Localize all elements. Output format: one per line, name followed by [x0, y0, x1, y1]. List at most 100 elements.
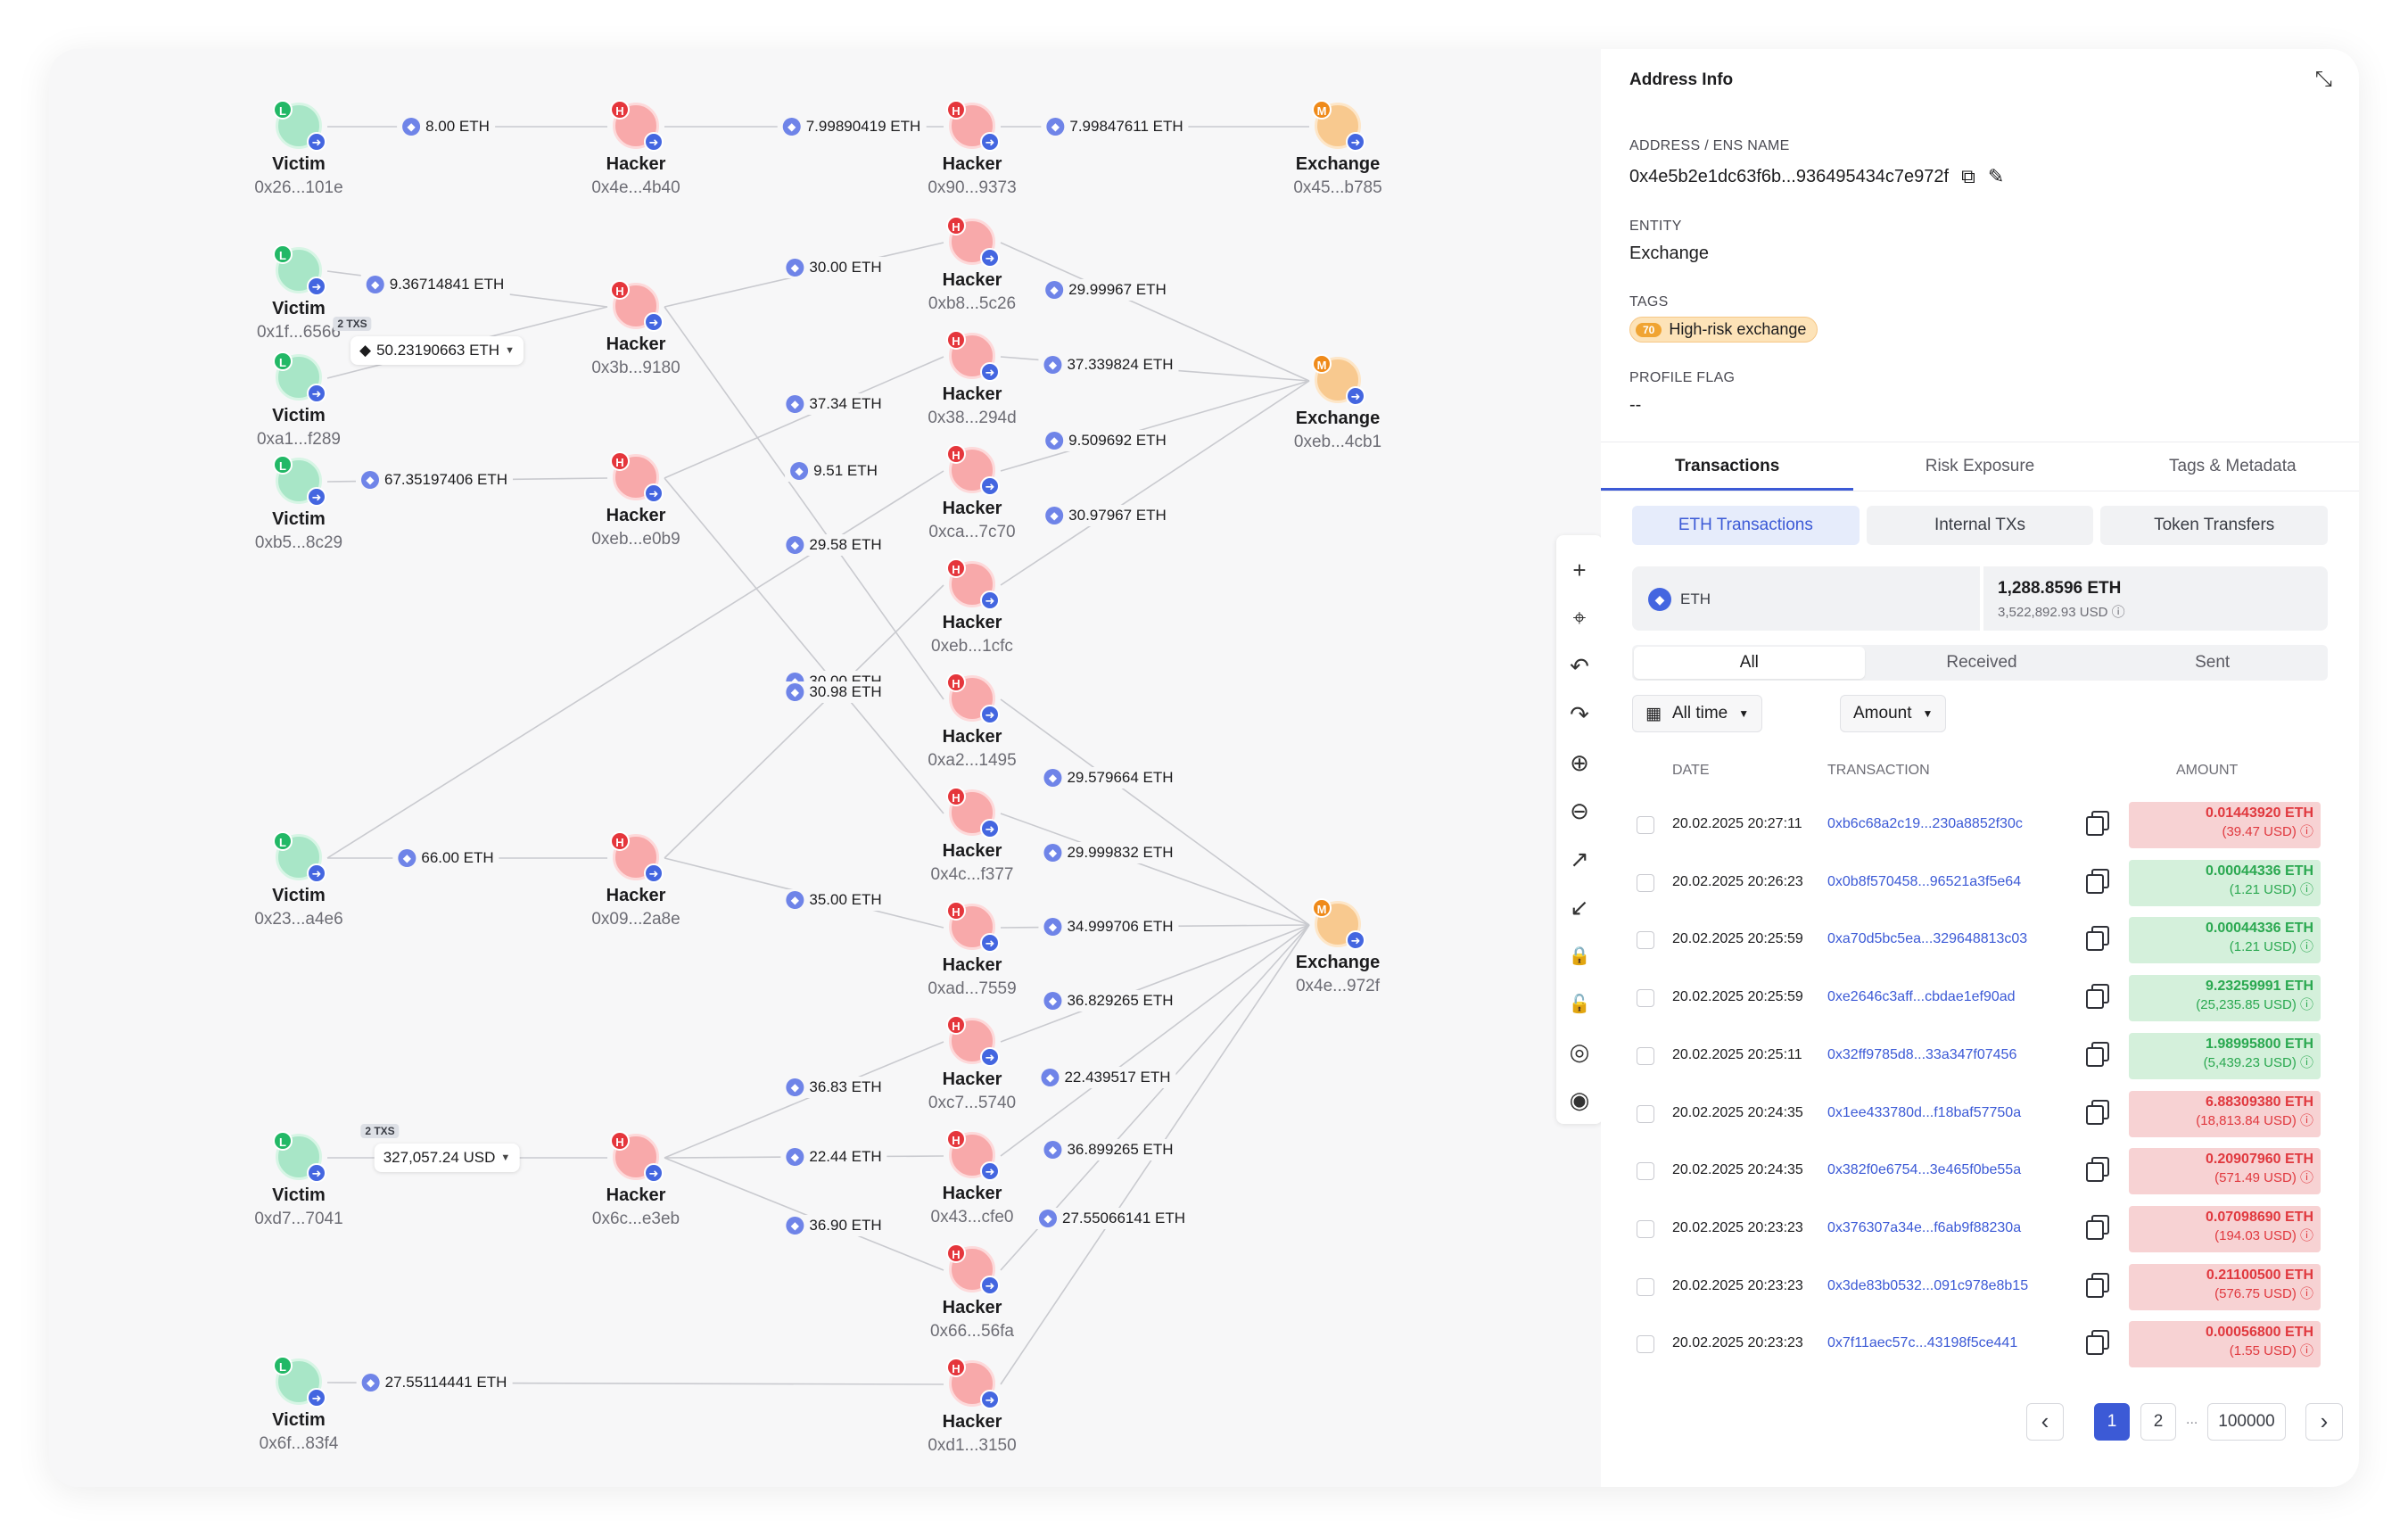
tab-risk-exposure[interactable]: Risk Exposure: [1853, 442, 2106, 491]
page-last-button[interactable]: 100000: [2207, 1403, 2286, 1441]
row-checkbox[interactable]: [1637, 1219, 1654, 1238]
collapse-icon[interactable]: ⤡: [2315, 67, 2332, 92]
row-checkbox[interactable]: [1637, 1104, 1654, 1123]
node-hacker[interactable]: H ➜ Hacker 0xc7...5740: [856, 1015, 1088, 1113]
row-checkbox[interactable]: [1637, 1335, 1654, 1354]
prev-page-button[interactable]: ‹: [2026, 1403, 2064, 1441]
copy-icon[interactable]: [2086, 984, 2109, 1010]
row-checkbox[interactable]: [1637, 989, 1654, 1008]
subtab-token-transfers[interactable]: Token Transfers: [2100, 506, 2329, 545]
subtab-internal-txs[interactable]: Internal TXs: [1866, 506, 2094, 545]
zoom-in-icon[interactable]: ⊕: [1562, 744, 1597, 781]
row-checkbox[interactable]: [1637, 816, 1654, 834]
node-hacker[interactable]: H ➜ Hacker 0x66...56fa: [856, 1243, 1088, 1342]
row-amount: 0.00044336 ETH (1.21 USD) ⓘ: [2129, 859, 2321, 906]
copy-icon[interactable]: [2086, 1214, 2109, 1240]
row-hash-link[interactable]: 0x0b8f570458...96521a3f5e64: [1827, 874, 2021, 890]
filter-sent[interactable]: Sent: [2097, 645, 2328, 681]
table-row[interactable]: 20.02.2025 20:23:23 0x376307a34e...f6ab9f…: [1629, 1201, 2334, 1258]
edge-amount: 34.999706 ETH: [1067, 917, 1174, 935]
copy-icon[interactable]: [2086, 1157, 2109, 1183]
node-exchange[interactable]: M ➜ Exchange 0x45...b785: [1222, 100, 1454, 198]
node-hacker[interactable]: H ➜ Hacker 0xeb...e0b9: [520, 451, 752, 549]
node-hacker[interactable]: H ➜ Hacker 0xd1...3150: [856, 1358, 1088, 1456]
copy-icon[interactable]: [2086, 811, 2109, 836]
node-hacker[interactable]: H ➜ Hacker 0x6c...e3eb: [520, 1131, 752, 1229]
edit-icon[interactable]: ✎: [1988, 165, 2004, 188]
node-hacker[interactable]: H ➜ Hacker 0xa2...1495: [856, 673, 1088, 771]
collapse-arrow-icon[interactable]: ↙: [1562, 888, 1597, 926]
table-row[interactable]: 20.02.2025 20:24:35 0x382f0e6754...3e465f…: [1629, 1143, 2334, 1200]
row-checkbox[interactable]: [1637, 1162, 1654, 1181]
row-hash-link[interactable]: 0x7f11aec57c...43198f5ce441: [1827, 1335, 2017, 1351]
node-exchange[interactable]: M ➜ Exchange 0x4e...972f: [1222, 898, 1454, 996]
table-row[interactable]: 20.02.2025 20:23:23 0x3de83b0532...091c97…: [1629, 1259, 2334, 1316]
table-row[interactable]: 20.02.2025 20:25:59 0xe2646c3aff...cbdae1…: [1629, 970, 2334, 1027]
row-amount-eth: 6.88309380 ETH: [2206, 1094, 2313, 1110]
info-icon[interactable]: ⓘ: [2112, 605, 2125, 620]
edge-amount-dropdown[interactable]: ◆ 50.23190663 ETH ▼: [350, 335, 524, 365]
table-row[interactable]: 20.02.2025 20:27:11 0xb6c68a2c19...230a88…: [1629, 797, 2334, 854]
copy-icon[interactable]: [2086, 1330, 2109, 1356]
node-hacker[interactable]: H ➜ Hacker 0xeb...1cfc: [856, 558, 1088, 657]
node-hacker[interactable]: H ➜ Hacker 0x4c...f377: [856, 787, 1088, 885]
node-exchange[interactable]: M ➜ Exchange 0xeb...4cb1: [1222, 354, 1454, 452]
copy-icon[interactable]: [2086, 868, 2109, 894]
table-row[interactable]: 20.02.2025 20:23:23 0x7f11aec57c...43198f…: [1629, 1316, 2334, 1373]
table-row[interactable]: 20.02.2025 20:25:11 0x32ff9785d8...33a347…: [1629, 1028, 2334, 1085]
node-address: 0x09...2a8e: [591, 910, 680, 929]
edge-amount-dropdown[interactable]: 327,057.24 USD ▼: [374, 1144, 520, 1172]
plus-icon[interactable]: +: [1562, 551, 1597, 589]
eye-icon[interactable]: ◉: [1562, 1081, 1597, 1119]
tab-tags-metadata[interactable]: Tags & Metadata: [2107, 442, 2359, 491]
table-row[interactable]: 20.02.2025 20:25:59 0xa70d5bc5ea...329648…: [1629, 912, 2334, 969]
row-hash-link[interactable]: 0xe2646c3aff...cbdae1ef90ad: [1827, 989, 2016, 1005]
crosshair-icon[interactable]: ⌖: [1562, 599, 1597, 637]
row-hash-link[interactable]: 0x376307a34e...f6ab9f88230a: [1827, 1220, 2021, 1236]
sort-dropdown[interactable]: Amount ▼: [1840, 695, 1947, 732]
transaction-graph[interactable]: L ➜ Victim 0x26...101e L ➜ Victim 0x1f...6566 L ➜…: [49, 49, 1601, 1487]
row-checkbox[interactable]: [1637, 931, 1654, 950]
row-checkbox[interactable]: [1637, 873, 1654, 892]
filter-all[interactable]: All: [1634, 647, 1865, 679]
table-row[interactable]: 20.02.2025 20:26:23 0x0b8f570458...96521a…: [1629, 855, 2334, 912]
node-hacker[interactable]: H ➜ Hacker 0xca...7c70: [856, 444, 1088, 542]
row-hash-link[interactable]: 0x3de83b0532...091c978e8b15: [1827, 1278, 2028, 1294]
subtab-eth-transactions[interactable]: ETH Transactions: [1632, 506, 1860, 545]
row-hash-link[interactable]: 0x1ee433780d...f18baf57750a: [1827, 1105, 2021, 1121]
node-hacker[interactable]: H ➜ Hacker 0x38...294d: [856, 330, 1088, 428]
eye-off-icon[interactable]: ◎: [1562, 1033, 1597, 1070]
redo-icon[interactable]: ↷: [1562, 696, 1597, 733]
row-checkbox[interactable]: [1637, 1277, 1654, 1296]
copy-icon[interactable]: [2086, 1041, 2109, 1067]
node-hacker[interactable]: H ➜ Hacker 0x09...2a8e: [520, 831, 752, 929]
copy-icon[interactable]: [2086, 926, 2109, 952]
expand-arrow-icon[interactable]: ↗: [1562, 840, 1597, 878]
node-victim[interactable]: L ➜ Victim 0x26...101e: [183, 100, 415, 198]
node-hacker[interactable]: H ➜ Hacker 0x3b...9180: [520, 280, 752, 378]
unlock-icon[interactable]: 🔓: [1562, 985, 1597, 1022]
row-checkbox[interactable]: [1637, 1046, 1654, 1065]
zoom-out-icon[interactable]: ⊖: [1562, 792, 1597, 830]
next-page-button[interactable]: ›: [2305, 1403, 2343, 1441]
row-hash-link[interactable]: 0xb6c68a2c19...230a8852f30c: [1827, 816, 2023, 832]
page-1-button[interactable]: 1: [2094, 1403, 2130, 1441]
tab-transactions[interactable]: Transactions: [1601, 442, 1854, 491]
node-victim[interactable]: L ➜ Victim 0x23...a4e6: [183, 831, 415, 929]
row-hash-link[interactable]: 0x32ff9785d8...33a347f07456: [1827, 1047, 2016, 1063]
copy-icon[interactable]: ⧉: [1961, 165, 1975, 188]
node-label: Victim: [272, 406, 326, 425]
row-hash-link[interactable]: 0xa70d5bc5ea...329648813c03: [1827, 931, 2027, 947]
time-dropdown[interactable]: ▦ All time ▼: [1632, 695, 1763, 732]
copy-icon[interactable]: [2086, 1272, 2109, 1298]
table-row[interactable]: 20.02.2025 20:24:35 0x1ee433780d...f18baf…: [1629, 1086, 2334, 1143]
row-hash-link[interactable]: 0x382f0e6754...3e465f0be55a: [1827, 1162, 2021, 1178]
node-victim[interactable]: L ➜ Victim 0xa1...f289: [183, 351, 415, 450]
node-hacker[interactable]: H ➜ Hacker 0x4e...4b40: [520, 100, 752, 198]
page-2-button[interactable]: 2: [2140, 1403, 2176, 1441]
lock-icon[interactable]: 🔒: [1562, 937, 1597, 974]
filter-received[interactable]: Received: [1867, 645, 2098, 681]
copy-icon[interactable]: [2086, 1099, 2109, 1125]
undo-icon[interactable]: ↶: [1562, 648, 1597, 685]
risk-tag[interactable]: 70 High-risk exchange: [1629, 317, 1818, 343]
